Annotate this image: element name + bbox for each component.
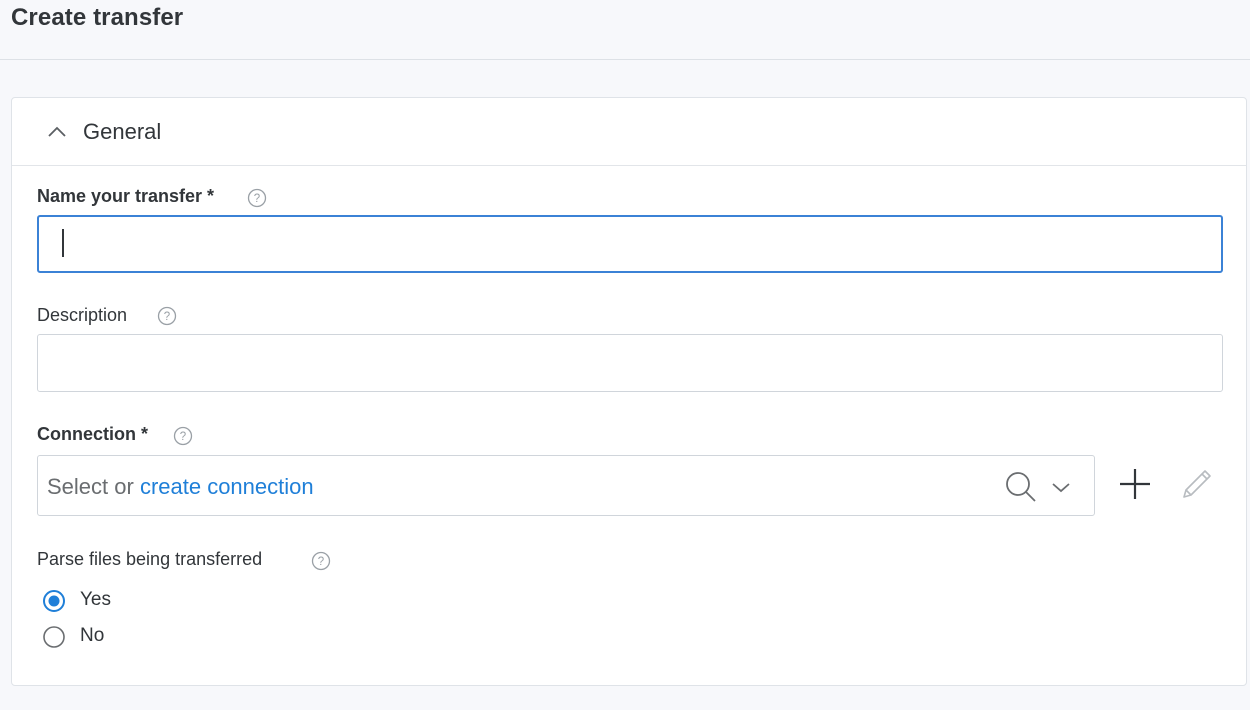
transfer-name-input[interactable] bbox=[37, 215, 1223, 273]
section-header-general[interactable]: General bbox=[12, 98, 1246, 166]
placeholder-prefix: Select or bbox=[47, 474, 140, 499]
create-connection-link[interactable]: create connection bbox=[140, 474, 314, 499]
help-icon[interactable]: ? bbox=[247, 188, 267, 208]
plus-icon[interactable] bbox=[1117, 466, 1153, 502]
svg-text:?: ? bbox=[318, 556, 324, 568]
svg-text:?: ? bbox=[254, 193, 260, 205]
section-title: General bbox=[83, 119, 162, 144]
chevron-down-icon[interactable] bbox=[1050, 476, 1072, 498]
parse-files-label: Parse files being transferred bbox=[37, 549, 263, 569]
radio-selected[interactable] bbox=[42, 589, 66, 613]
radio-label-yes: Yes bbox=[80, 589, 111, 610]
radio-unselected[interactable] bbox=[42, 625, 66, 649]
page-title: Create transfer bbox=[11, 4, 184, 31]
help-icon[interactable]: ? bbox=[173, 426, 193, 446]
radio-label-no: No bbox=[80, 625, 105, 646]
help-icon[interactable]: ? bbox=[157, 306, 177, 326]
connection-label: Connection * bbox=[37, 424, 148, 444]
name-label: Name your transfer * bbox=[37, 186, 215, 206]
connection-placeholder: Select or create connection bbox=[47, 474, 314, 500]
description-input[interactable] bbox=[37, 334, 1223, 392]
connection-select[interactable]: Select or create connection bbox=[37, 455, 1095, 516]
page-header: Create transfer bbox=[0, 0, 1250, 60]
chevron-up-icon[interactable] bbox=[47, 122, 67, 142]
text-cursor bbox=[62, 229, 64, 257]
pencil-icon[interactable] bbox=[1179, 466, 1215, 502]
search-icon[interactable] bbox=[1004, 470, 1038, 504]
svg-text:?: ? bbox=[164, 311, 170, 323]
svg-text:?: ? bbox=[180, 431, 186, 443]
help-icon[interactable]: ? bbox=[311, 551, 331, 571]
general-panel: General Name your transfer * ? Descripti… bbox=[11, 97, 1247, 686]
description-label: Description bbox=[37, 305, 128, 325]
